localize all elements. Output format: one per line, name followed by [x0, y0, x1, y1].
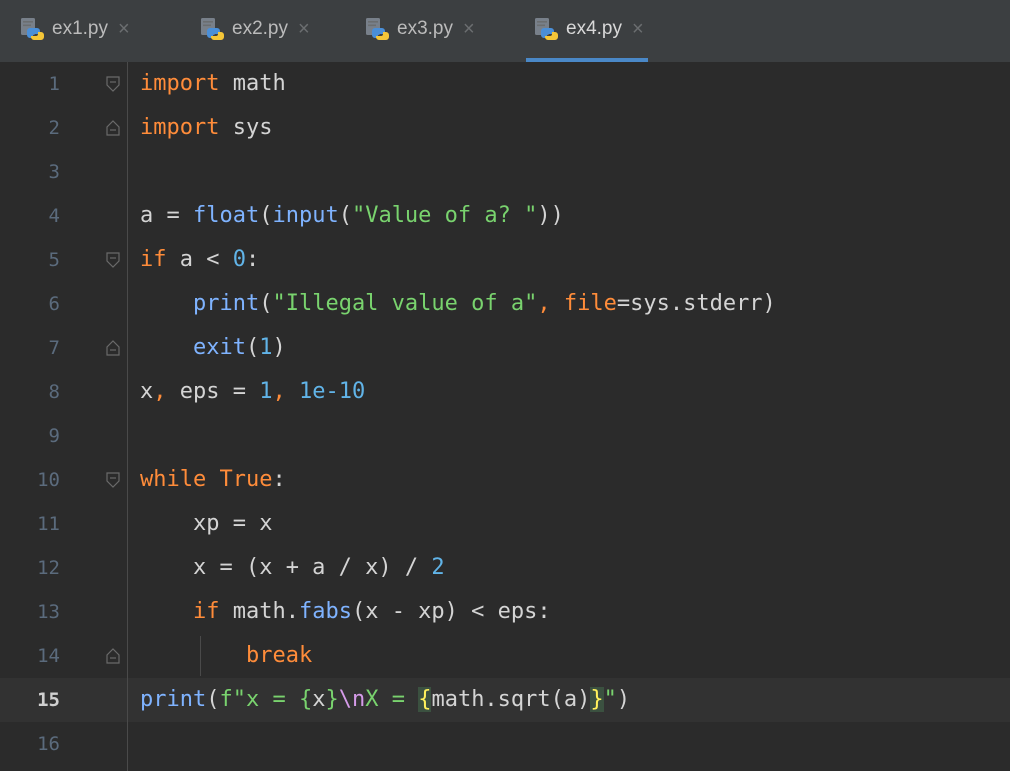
- fold-marker-icon[interactable]: [106, 120, 120, 136]
- tab-ex4[interactable]: ex4.py ×: [526, 14, 648, 62]
- line-number: 9: [48, 425, 60, 447]
- line-number: 3: [48, 161, 60, 183]
- code-line[interactable]: 12 x = (x + a / x) / 2: [0, 546, 1010, 590]
- python-file-icon: [20, 17, 44, 41]
- line-number: 12: [37, 557, 60, 579]
- line-number: 16: [37, 733, 60, 755]
- code-text: x = (x + a / x) / 2: [140, 555, 445, 580]
- tab-ex3[interactable]: ex3.py ×: [365, 14, 475, 62]
- line-number: 6: [48, 293, 60, 315]
- code-text: while True:: [140, 467, 286, 492]
- python-file-icon: [365, 17, 389, 41]
- tab-label: ex1.py: [52, 18, 108, 39]
- code-line[interactable]: 3: [0, 150, 1010, 194]
- close-icon[interactable]: ×: [463, 14, 475, 44]
- code-text: xp = x: [140, 511, 273, 536]
- code-line[interactable]: 11 xp = x: [0, 502, 1010, 546]
- line-number: 13: [37, 601, 60, 623]
- editor-tab-bar: ex1.py × ex2.py × ex3.py × ex4.py ×: [0, 0, 1010, 63]
- code-editor[interactable]: 1 import math 2 import sys 3 4 a = float…: [0, 62, 1010, 771]
- tab-ex2[interactable]: ex2.py ×: [200, 14, 310, 62]
- code-text: if math.fabs(x - xp) < eps:: [192, 599, 551, 624]
- close-icon[interactable]: ×: [118, 14, 130, 44]
- fold-marker-icon[interactable]: [106, 252, 120, 268]
- code-line[interactable]: 10 while True:: [0, 458, 1010, 502]
- code-line[interactable]: 5 if a < 0:: [0, 238, 1010, 282]
- line-number: 14: [37, 645, 60, 667]
- code-line[interactable]: 1 import math: [0, 62, 1010, 106]
- code-text: print(f"x = {x}\nX = {math.sqrt(a)}"): [140, 687, 631, 712]
- line-number: 1: [48, 73, 60, 95]
- fold-marker-icon[interactable]: [106, 76, 120, 92]
- line-number: 15: [37, 689, 60, 711]
- code-line[interactable]: 7 exit(1): [0, 326, 1010, 370]
- python-file-icon: [200, 17, 224, 41]
- line-number: 11: [37, 513, 60, 535]
- code-text: a = float(input("Value of a? ")): [140, 203, 564, 228]
- fold-marker-icon[interactable]: [106, 340, 120, 356]
- code-line[interactable]: 2 import sys: [0, 106, 1010, 150]
- code-line[interactable]: 6 print("Illegal value of a", file=sys.s…: [0, 282, 1010, 326]
- code-text: import math: [140, 71, 286, 96]
- line-number: 8: [48, 381, 60, 403]
- code-line[interactable]: 9: [0, 414, 1010, 458]
- code-text: x, eps = 1, 1e-10: [140, 379, 366, 404]
- line-number: 10: [37, 469, 60, 491]
- line-number: 5: [48, 249, 60, 271]
- tab-label: ex3.py: [397, 18, 453, 39]
- fold-marker-icon[interactable]: [106, 648, 120, 664]
- line-number: 7: [48, 337, 60, 359]
- line-number: 4: [48, 205, 60, 227]
- line-number: 2: [48, 117, 60, 139]
- tab-label: ex4.py: [566, 18, 622, 39]
- close-icon[interactable]: ×: [632, 14, 644, 44]
- code-line-current[interactable]: 15 print(f"x = {x}\nX = {math.sqrt(a)}"): [0, 678, 1010, 722]
- tab-ex1[interactable]: ex1.py ×: [20, 14, 130, 62]
- code-text: import sys: [140, 115, 273, 140]
- code-line[interactable]: 8 x, eps = 1, 1e-10: [0, 370, 1010, 414]
- fold-marker-icon[interactable]: [106, 472, 120, 488]
- code-text: print("Illegal value of a", file=sys.std…: [192, 291, 776, 316]
- code-line[interactable]: 16: [0, 722, 1010, 766]
- code-line[interactable]: 14 break: [0, 634, 1010, 678]
- code-line[interactable]: 4 a = float(input("Value of a? ")): [0, 194, 1010, 238]
- tab-label: ex2.py: [232, 18, 288, 39]
- python-file-icon: [534, 17, 558, 41]
- code-text: break: [245, 643, 313, 668]
- code-text: if a < 0:: [140, 247, 260, 272]
- code-line[interactable]: 13 if math.fabs(x - xp) < eps:: [0, 590, 1010, 634]
- close-icon[interactable]: ×: [298, 14, 310, 44]
- code-text: exit(1): [192, 335, 286, 360]
